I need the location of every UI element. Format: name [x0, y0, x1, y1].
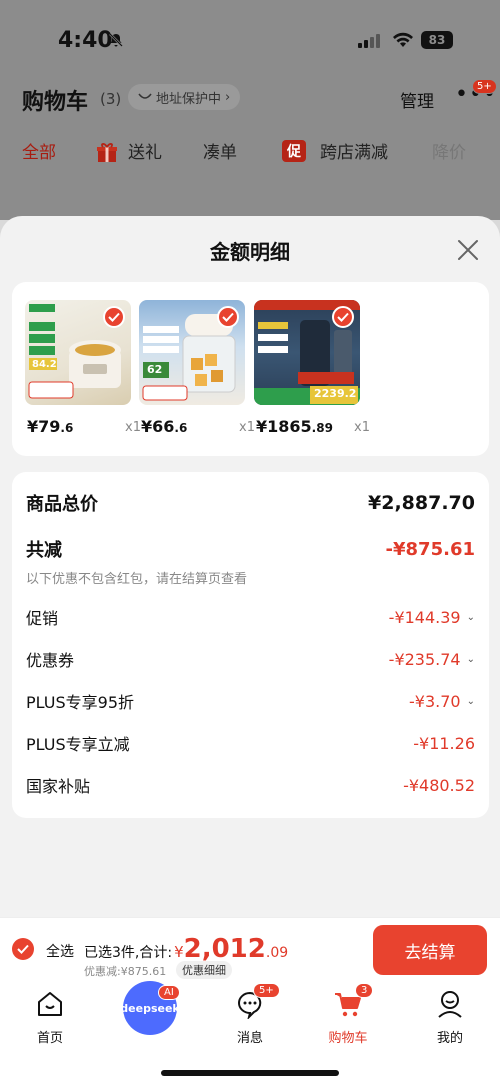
discount-value: -¥3.70 [409, 691, 461, 711]
selected-count-text: 已选3件,合计: [84, 945, 173, 961]
tab-label: 我的 [436, 1031, 463, 1046]
tab-label: 首页 [36, 1031, 63, 1046]
battery-icon: 83 [421, 31, 453, 49]
product-image-price-tag: 84.2 [32, 359, 57, 370]
total-price-label: 商品总价 [26, 494, 98, 515]
checkout-button[interactable]: 去结算 [373, 925, 487, 975]
cart-filter-tabs: 全部 送礼 凑单 跨店满减 降价 [0, 138, 500, 168]
total-reduce-value: -¥875.61 [385, 538, 475, 560]
total-price-value: ¥2,887.70 [368, 492, 475, 514]
discount-note: 以下优惠不包含红包，请在结算页查看 [26, 572, 248, 587]
checkout-total: 2,012 [183, 934, 266, 964]
food-chopper-product-image: 62 [139, 300, 245, 405]
discount-value: -¥235.74 [388, 649, 461, 669]
product-qty: x1 [354, 420, 370, 435]
checked-icon [332, 306, 354, 328]
tab-profile[interactable]: 我的 [410, 983, 490, 1046]
gift-icon [97, 143, 117, 162]
mute-bell-icon [109, 33, 123, 47]
cart-title: 购物车 [22, 90, 89, 115]
smile-icon [138, 93, 152, 99]
chevron-down-icon: ⌄ [466, 611, 475, 623]
product-price: ¥66.6 [141, 417, 188, 436]
discount-value: -¥480.52 [403, 775, 475, 795]
select-all-label[interactable]: 全选 [46, 941, 74, 961]
status-bar: 4:40 83 [0, 0, 500, 80]
home-icon [38, 992, 62, 1016]
tab-cross-store[interactable]: 跨店满减 [320, 138, 388, 163]
signal-icon [358, 34, 380, 48]
chevron-down-icon: ⌄ [466, 653, 475, 665]
tab-gift[interactable]: 送礼 [128, 138, 162, 163]
checkout-total-decimal: .09 [265, 945, 289, 961]
home-indicator [161, 1070, 339, 1076]
ai-badge: AI [158, 985, 180, 1000]
product-item[interactable]: 84.2 ¥79.6 x1 [25, 300, 141, 436]
total-reduce-label: 共减 [26, 540, 62, 561]
checkout-summary: 已选3件,合计: ¥ 2,012 .09 [84, 934, 288, 964]
price-breakdown-card: 商品总价 ¥2,887.70 共减 -¥875.61 以下优惠不包含红包，请在结… [12, 472, 489, 818]
tab-all[interactable]: 全部 [22, 138, 56, 163]
tab-price-drop[interactable]: 降价 [432, 138, 466, 163]
total-reduce-row: 共减 -¥875.61 [26, 536, 475, 562]
tab-messages[interactable]: 5+ 消息 [210, 983, 290, 1046]
tab-cart[interactable]: 3 购物车 [308, 983, 388, 1046]
discount-row-plus-95[interactable]: PLUS专享95折 -¥3.70 ⌄ [26, 689, 475, 713]
discount-row-plus-instant: PLUS专享立减 -¥11.26 [26, 731, 475, 755]
tab-label: 购物车 [328, 1031, 368, 1046]
sheet-title: 金额明细 [210, 240, 290, 264]
checkout-bar: 全选 已选3件,合计: ¥ 2,012 .09 优惠减:¥875.61 优惠细细… [0, 917, 500, 983]
product-price: ¥79.6 [27, 417, 74, 436]
discount-label: 促销 [26, 609, 59, 628]
checked-icon [103, 306, 125, 328]
message-badge: 5+ [253, 983, 280, 998]
product-qty: x1 [125, 420, 141, 435]
product-qty: x1 [239, 420, 255, 435]
checked-icon [217, 306, 239, 328]
chevron-right-icon: › [225, 89, 231, 105]
chevron-down-icon: ⌄ [466, 695, 475, 707]
product-image-price-tag: 2239.2 [314, 387, 357, 400]
product-image-price-tag: 62 [147, 363, 163, 376]
total-currency: ¥ [174, 943, 184, 961]
promo-icon: 促 [282, 140, 306, 162]
discount-row-promotion[interactable]: 促销 -¥144.39 ⌄ [26, 605, 475, 629]
total-price-row: 商品总价 ¥2,887.70 [26, 490, 475, 516]
product-price: ¥1865.89 [256, 417, 333, 436]
select-all-checkbox[interactable] [12, 938, 34, 960]
discount-label: 国家补贴 [26, 777, 91, 796]
tab-deepseek[interactable]: deepseek AI [110, 981, 190, 1043]
product-item[interactable]: 2239.2 ¥1865.89 x1 [254, 300, 370, 436]
saved-amount: 优惠减:¥875.61 [84, 965, 167, 978]
discount-value: -¥11.26 [413, 733, 475, 753]
stew-pot-product-image: 84.2 [25, 300, 131, 405]
wifi-icon [393, 32, 413, 47]
discount-row-coupon[interactable]: 优惠券 -¥235.74 ⌄ [26, 647, 475, 671]
tab-home[interactable]: 首页 [10, 983, 90, 1046]
water-purifier-product-image: 2239.2 [254, 300, 360, 405]
product-thumbnails-card: 84.2 ¥79.6 x1 62 ¥66.6 x1 2239.2 ¥1865.8… [12, 282, 489, 456]
discount-row-subsidy: 国家补贴 -¥480.52 [26, 773, 475, 797]
tab-bundle[interactable]: 凑单 [203, 138, 237, 163]
more-badge: 5+ [472, 79, 497, 94]
profile-icon [438, 991, 462, 1018]
discount-label: PLUS专享95折 [26, 693, 134, 712]
discount-detail-pill[interactable]: 优惠细细 [176, 961, 232, 979]
status-time: 4:40 [58, 28, 113, 53]
address-protection-label: 地址保护中 [156, 91, 222, 107]
cart-count: (3) [100, 90, 122, 108]
cart-badge: 3 [355, 983, 374, 998]
discount-label: PLUS专享立减 [26, 735, 130, 754]
product-item[interactable]: 62 ¥66.6 x1 [139, 300, 255, 436]
tab-label: 消息 [236, 1031, 263, 1046]
manage-button[interactable]: 管理 [400, 87, 434, 112]
discount-label: 优惠券 [26, 651, 75, 670]
address-protection-pill[interactable]: 地址保护中 › [128, 84, 241, 110]
discount-value: -¥144.39 [388, 607, 461, 627]
close-icon[interactable] [456, 238, 480, 262]
